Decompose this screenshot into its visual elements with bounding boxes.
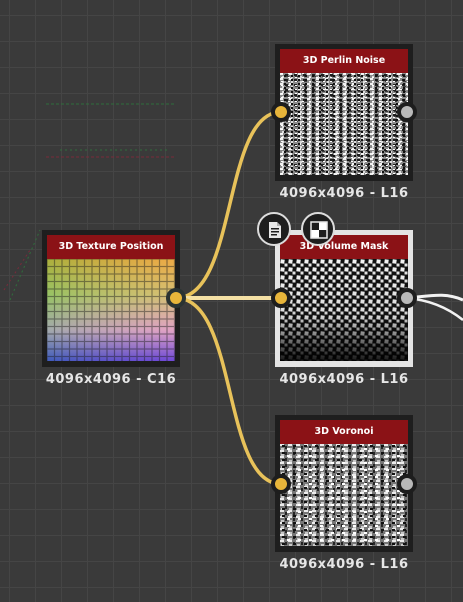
node-perlin-noise[interactable]: 3D Perlin Noise xyxy=(275,44,413,181)
node-texture-position[interactable]: 3D Texture Position xyxy=(42,230,180,367)
node-resolution-label: 4096x4096 - L16 xyxy=(279,557,409,572)
wire-to-voronoi[interactable] xyxy=(175,296,282,486)
node-resolution-label: 4096x4096 - C16 xyxy=(45,372,177,387)
node-title: 3D Texture Position xyxy=(47,235,175,259)
output-port[interactable] xyxy=(397,102,417,122)
wire-to-perlin-noise[interactable] xyxy=(175,110,282,300)
node-resolution-label: 4096x4096 - L16 xyxy=(279,372,409,387)
node-volume-mask[interactable]: 3D Volume Mask xyxy=(275,230,413,367)
thumbnail-color-grid xyxy=(47,259,175,361)
thumbnail-volume-mask xyxy=(280,259,408,361)
thumbnail-noise xyxy=(280,73,408,175)
input-port[interactable] xyxy=(271,474,291,494)
output-port[interactable] xyxy=(397,288,417,308)
document-icon[interactable] xyxy=(257,212,291,246)
node-voronoi[interactable]: 3D Voronoi xyxy=(275,415,413,552)
output-port[interactable] xyxy=(166,288,186,308)
output-port[interactable] xyxy=(397,474,417,494)
node-title: 3D Voronoi xyxy=(280,420,408,444)
node-title: 3D Volume Mask xyxy=(280,235,408,259)
thumbnail-voronoi xyxy=(280,444,408,546)
checker-preview-icon[interactable] xyxy=(301,212,335,246)
node-resolution-label: 4096x4096 - L16 xyxy=(279,186,409,201)
node-title: 3D Perlin Noise xyxy=(280,49,408,73)
input-port[interactable] xyxy=(271,288,291,308)
input-port[interactable] xyxy=(271,102,291,122)
